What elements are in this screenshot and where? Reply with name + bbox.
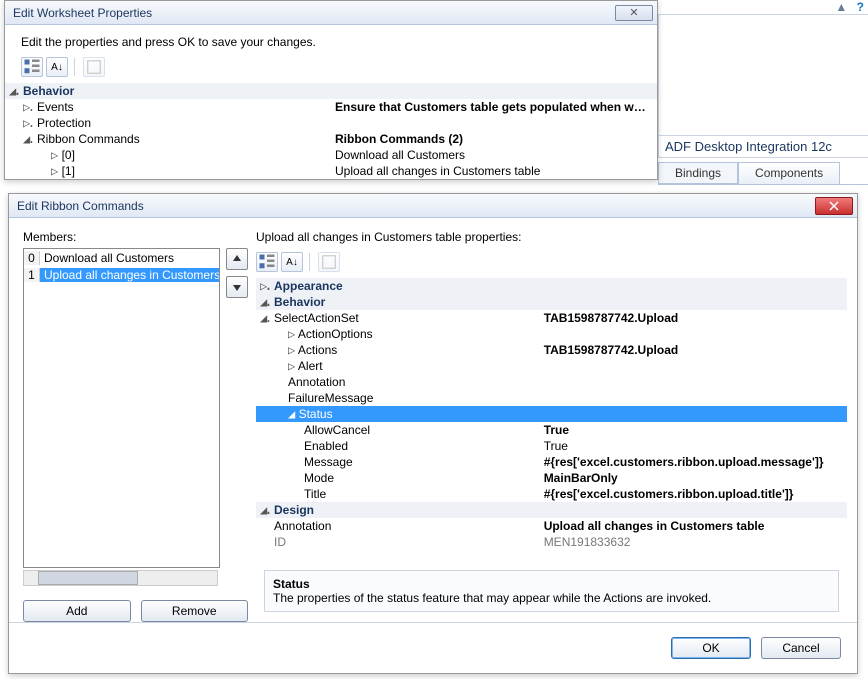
prop-value[interactable]: MainBarOnly — [540, 470, 847, 486]
prop-value[interactable]: TAB1598787742.Upload — [540, 310, 847, 326]
prop-ribbon-0-val: Download all Customers — [331, 147, 657, 163]
list-index: 0 — [24, 251, 40, 265]
collapse-icon[interactable]: ◢ — [256, 502, 270, 518]
tab-bindings[interactable]: Bindings — [658, 162, 738, 184]
move-down-button[interactable] — [226, 276, 248, 298]
prop-value[interactable]: Upload all changes in Customers table — [540, 518, 847, 534]
prop-ribbon-commands[interactable]: Ribbon Commands — [33, 131, 331, 147]
collapse-icon[interactable]: ◢ — [288, 407, 295, 421]
expand-icon[interactable]: ▷ — [51, 164, 58, 178]
ok-button[interactable]: OK — [671, 637, 751, 659]
alphabetical-icon[interactable]: A↓ — [46, 57, 68, 77]
prop-protection[interactable]: Protection — [33, 115, 331, 131]
prop-actionoptions[interactable]: ActionOptions — [298, 327, 373, 341]
side-panel-header: ADF Desktop Integration 12c — [658, 136, 868, 158]
categorized-icon[interactable] — [21, 57, 43, 77]
prop-selectactionset[interactable]: SelectActionSet — [270, 310, 540, 326]
prop-ribbon-commands-val: Ribbon Commands (2) — [331, 131, 657, 147]
hscroll[interactable] — [23, 570, 218, 586]
prop-value[interactable]: TAB1598787742.Upload — [540, 342, 847, 358]
add-button[interactable]: Add — [23, 600, 131, 622]
move-up-button[interactable] — [226, 248, 248, 270]
list-label: Download all Customers — [40, 251, 219, 265]
chevron-up-icon[interactable]: ▲ — [835, 0, 847, 14]
prop-actions[interactable]: Actions — [298, 343, 337, 357]
window-title: Edit Worksheet Properties — [9, 6, 152, 20]
close-button[interactable] — [815, 197, 853, 215]
cancel-button[interactable]: Cancel — [761, 637, 841, 659]
prop-failuremessage[interactable]: FailureMessage — [270, 390, 540, 406]
window-ribbon-commands: Edit Ribbon Commands Members: 0 Download… — [8, 193, 858, 674]
help-text: The properties of the status feature tha… — [273, 591, 830, 605]
category-behavior: Behavior — [270, 294, 847, 310]
property-pages-icon — [318, 252, 340, 272]
collapse-icon[interactable]: ◢ — [256, 294, 270, 310]
prop-title[interactable]: Title — [270, 486, 540, 502]
expand-icon[interactable]: ▷ — [19, 99, 33, 115]
prop-value: MEN191833632 — [540, 534, 847, 550]
window-title: Edit Ribbon Commands — [13, 199, 144, 213]
expand-icon[interactable]: ▷ — [288, 327, 295, 341]
prop-mode[interactable]: Mode — [270, 470, 540, 486]
category-appearance: Appearance — [270, 278, 847, 294]
list-item[interactable]: 1 Upload all changes in Customers — [24, 266, 219, 283]
prop-value[interactable]: #{res['excel.customers.ribbon.upload.tit… — [540, 486, 847, 502]
prop-id: ID — [270, 534, 540, 550]
tab-components[interactable]: Components — [738, 162, 840, 184]
members-label: Members: — [23, 230, 248, 244]
expand-icon[interactable]: ▷ — [19, 115, 33, 131]
prop-value[interactable]: True — [540, 422, 847, 438]
prop-design-annotation[interactable]: Annotation — [270, 518, 540, 534]
collapse-icon[interactable]: ◢ — [5, 83, 19, 99]
remove-button[interactable]: Remove — [141, 600, 249, 622]
prop-events-val: Ensure that Customers table gets populat… — [331, 99, 657, 115]
prop-annotation[interactable]: Annotation — [270, 374, 540, 390]
prop-message[interactable]: Message — [270, 454, 540, 470]
expand-icon[interactable]: ▷ — [288, 359, 295, 373]
window-worksheet-props: Edit Worksheet Properties ✕ Edit the pro… — [4, 0, 658, 180]
list-index: 1 — [24, 268, 40, 282]
help-icon[interactable]: ? — [857, 0, 864, 14]
prop-value[interactable]: #{res['excel.customers.ribbon.upload.mes… — [540, 454, 847, 470]
prop-ribbon-0[interactable]: [0] — [62, 148, 75, 162]
prop-events[interactable]: Events — [33, 99, 331, 115]
category-design: Design — [270, 502, 847, 518]
prop-ribbon-1[interactable]: [1] — [62, 164, 75, 178]
prop-alert[interactable]: Alert — [298, 359, 323, 373]
category-behavior: Behavior — [19, 83, 657, 99]
collapse-icon[interactable]: ◢ — [19, 131, 33, 147]
expand-icon[interactable]: ▷ — [51, 148, 58, 162]
close-button[interactable]: ✕ — [615, 5, 653, 21]
subtitle: Edit the properties and press OK to save… — [5, 25, 657, 53]
categorized-icon[interactable] — [256, 252, 278, 272]
properties-header: Upload all changes in Customers table pr… — [256, 230, 847, 244]
prop-value[interactable]: True — [540, 438, 847, 454]
property-pages-icon — [83, 57, 105, 77]
help-title: Status — [273, 577, 830, 591]
collapse-icon[interactable]: ◢ — [256, 310, 270, 326]
list-label: Upload all changes in Customers — [40, 268, 219, 282]
property-grid[interactable]: ▷Appearance ◢Behavior ◢SelectActionSetTA… — [256, 278, 847, 550]
expand-icon[interactable]: ▷ — [256, 278, 270, 294]
prop-ribbon-1-val: Upload all changes in Customers table — [331, 163, 657, 179]
list-item[interactable]: 0 Download all Customers — [24, 249, 219, 266]
property-grid[interactable]: ◢Behavior ▷EventsEnsure that Customers t… — [5, 83, 657, 179]
prop-allowcancel[interactable]: AllowCancel — [270, 422, 540, 438]
prop-status[interactable]: Status — [299, 407, 333, 421]
expand-icon[interactable]: ▷ — [288, 343, 295, 357]
alphabetical-icon[interactable]: A↓ — [281, 252, 303, 272]
members-list[interactable]: 0 Download all Customers 1 Upload all ch… — [23, 248, 220, 568]
prop-enabled[interactable]: Enabled — [270, 438, 540, 454]
